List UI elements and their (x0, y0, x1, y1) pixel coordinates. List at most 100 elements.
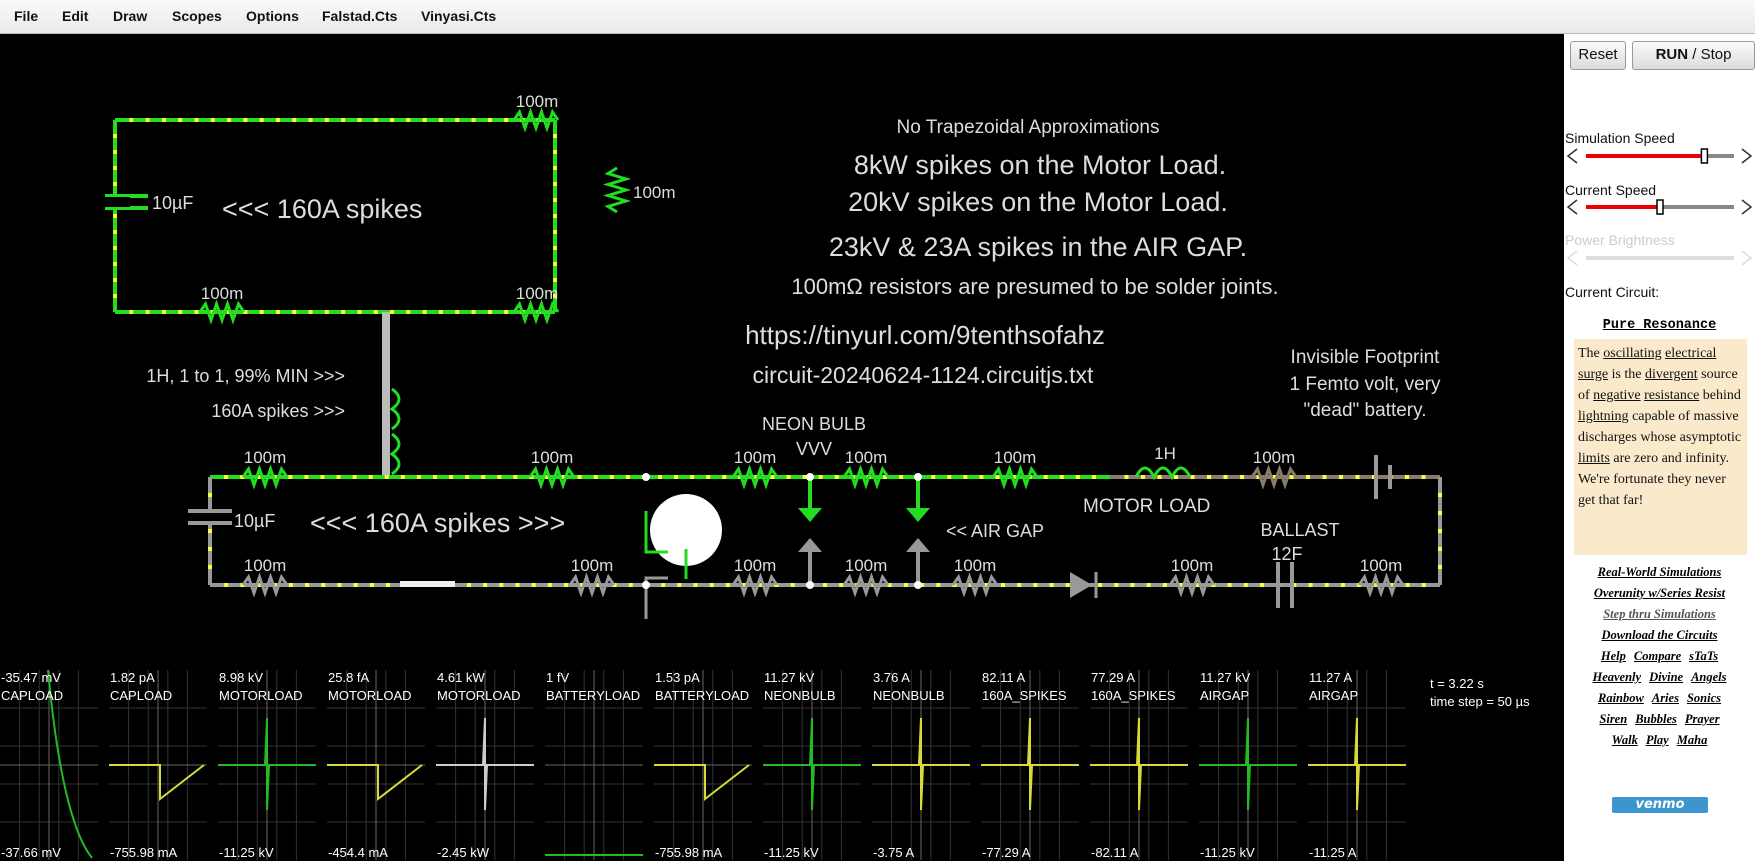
description-link[interactable]: oscillating (1603, 346, 1661, 361)
venmo-button[interactable]: venmo (1612, 797, 1708, 813)
scope-trace (654, 764, 750, 802)
time-readout: t = 3.22 s (1430, 676, 1484, 691)
reset-button[interactable]: Reset (1570, 41, 1626, 70)
link-row: Rainbow Aries Sonics (1564, 688, 1755, 709)
nav-link[interactable]: Download the Circuits (1602, 628, 1718, 642)
scope-top-value: 82.11 A (982, 670, 1025, 685)
current-dot (483, 583, 488, 587)
circuit-canvas[interactable]: 10µF 100m 100m 100m 100m <<< 160A spikes 1H, 1… (0, 34, 1564, 861)
node (642, 473, 650, 481)
description-link[interactable]: limits (1578, 451, 1610, 466)
current-dot (553, 198, 557, 202)
description-link[interactable]: divergent (1645, 367, 1698, 382)
res-label: 100m (571, 556, 614, 575)
menu-vinyasi-cts[interactable]: Vinyasi.Cts (421, 8, 496, 24)
scope-top-value: 1.82 pA (110, 670, 155, 685)
scope-top-value: 11.27 A (1309, 670, 1352, 685)
current-dot (1339, 475, 1343, 479)
nav-link[interactable]: Step thru Simulations (1603, 607, 1716, 621)
current-dot (113, 150, 117, 154)
nav-link[interactable]: Bubbles (1635, 712, 1677, 726)
switch[interactable] (400, 581, 455, 587)
chevron-left-icon (1566, 250, 1578, 266)
circuit-drawing[interactable]: 10µF 100m 100m 100m 100m <<< 160A spikes 1H, 1… (0, 34, 1564, 861)
menu-draw[interactable]: Draw (113, 8, 147, 24)
current-dot (1438, 547, 1442, 551)
current-dot (770, 475, 775, 479)
slider-fill (1586, 205, 1660, 209)
nav-link[interactable]: Maha (1677, 733, 1708, 747)
current-dot (553, 134, 557, 138)
scope-top-value: -35.47 mV (1, 670, 61, 685)
run-stop-button[interactable]: RUN / Stop (1632, 41, 1755, 70)
nav-link[interactable]: Prayer (1685, 712, 1720, 726)
nav-link[interactable]: Walk (1612, 733, 1638, 747)
current-dot (390, 118, 395, 122)
ballast-label: BALLAST (1260, 520, 1339, 540)
transformer-coil[interactable] (389, 387, 401, 431)
chevron-right-icon[interactable] (1741, 148, 1753, 164)
canvas-note: 23kV & 23A spikes in the AIR GAP. (829, 232, 1247, 262)
nav-link[interactable]: Heavenly (1592, 670, 1641, 684)
current-dot (465, 475, 470, 479)
scope-bottom-value: -37.66 mV (1, 845, 61, 860)
air-gap-tip[interactable] (798, 538, 822, 552)
chevron-left-icon[interactable] (1566, 148, 1578, 164)
description-link[interactable]: lightning (1578, 409, 1629, 424)
description-link[interactable]: resistance (1644, 388, 1699, 403)
current-dot (373, 310, 378, 314)
menu-options[interactable]: Options (246, 8, 299, 24)
nav-link[interactable]: Overunity w/Series Resist (1594, 586, 1725, 600)
current-dot (352, 475, 357, 479)
description-link[interactable]: surge (1578, 367, 1608, 382)
menu-bar: File Edit Draw Scopes Options Falstad.Ct… (0, 0, 1755, 34)
nav-link[interactable]: Divine (1649, 670, 1683, 684)
nav-link[interactable]: Angels (1691, 670, 1726, 684)
current-dot (145, 310, 150, 314)
slider-thumb[interactable] (1656, 199, 1664, 215)
current-dot (243, 118, 248, 122)
sim-speed-slider[interactable] (1564, 147, 1755, 165)
current-dot (531, 583, 536, 587)
nav-link[interactable]: Real-World Simulations (1598, 565, 1722, 579)
menu-falstad-cts[interactable]: Falstad.Cts (322, 8, 397, 24)
link-row: Real-World Simulations (1564, 562, 1755, 583)
scope-trace (1090, 717, 1188, 811)
current-speed-slider[interactable] (1564, 198, 1755, 216)
nav-link[interactable]: Sonics (1687, 691, 1721, 705)
menu-scopes[interactable]: Scopes (172, 8, 222, 24)
nav-link[interactable]: Aries (1652, 691, 1679, 705)
current-dot (1114, 583, 1119, 587)
transformer-core[interactable] (382, 312, 390, 477)
resistor[interactable] (602, 166, 632, 214)
nav-link[interactable]: Siren (1599, 712, 1627, 726)
run-label: RUN (1655, 46, 1689, 63)
air-gap-tip[interactable] (798, 508, 822, 522)
current-dot (390, 310, 395, 314)
scope-top-value: 3.76 A (873, 670, 910, 685)
motor-label: MOTOR LOAD (1083, 496, 1210, 517)
scope-top-value: 1.53 pA (655, 670, 700, 685)
nav-link[interactable]: sTaTs (1689, 649, 1718, 663)
menu-file[interactable]: File (14, 8, 38, 24)
current-dot (1190, 475, 1195, 479)
description-link[interactable]: negative (1593, 388, 1640, 403)
slider-fill (1586, 154, 1705, 158)
description-link[interactable]: electrical (1665, 346, 1716, 361)
nav-link[interactable]: Help (1601, 649, 1626, 663)
air-gap-tip[interactable] (906, 508, 930, 522)
current-dot (178, 310, 183, 314)
menu-edit[interactable]: Edit (62, 8, 88, 24)
slider-thumb[interactable] (1700, 148, 1709, 164)
air-gap-tip[interactable] (906, 538, 930, 552)
transformer-coil[interactable] (389, 432, 401, 476)
nav-link[interactable]: Play (1646, 733, 1669, 747)
chevron-right-icon[interactable] (1741, 199, 1753, 215)
chevron-left-icon[interactable] (1566, 199, 1578, 215)
res-label: 100m (201, 284, 244, 303)
circuit-title-link[interactable]: Pure Resonance (1564, 318, 1755, 333)
diode[interactable] (1070, 572, 1092, 598)
nav-link[interactable]: Rainbow (1598, 691, 1644, 705)
nav-link[interactable]: Compare (1634, 649, 1681, 663)
current-dot (693, 583, 698, 587)
